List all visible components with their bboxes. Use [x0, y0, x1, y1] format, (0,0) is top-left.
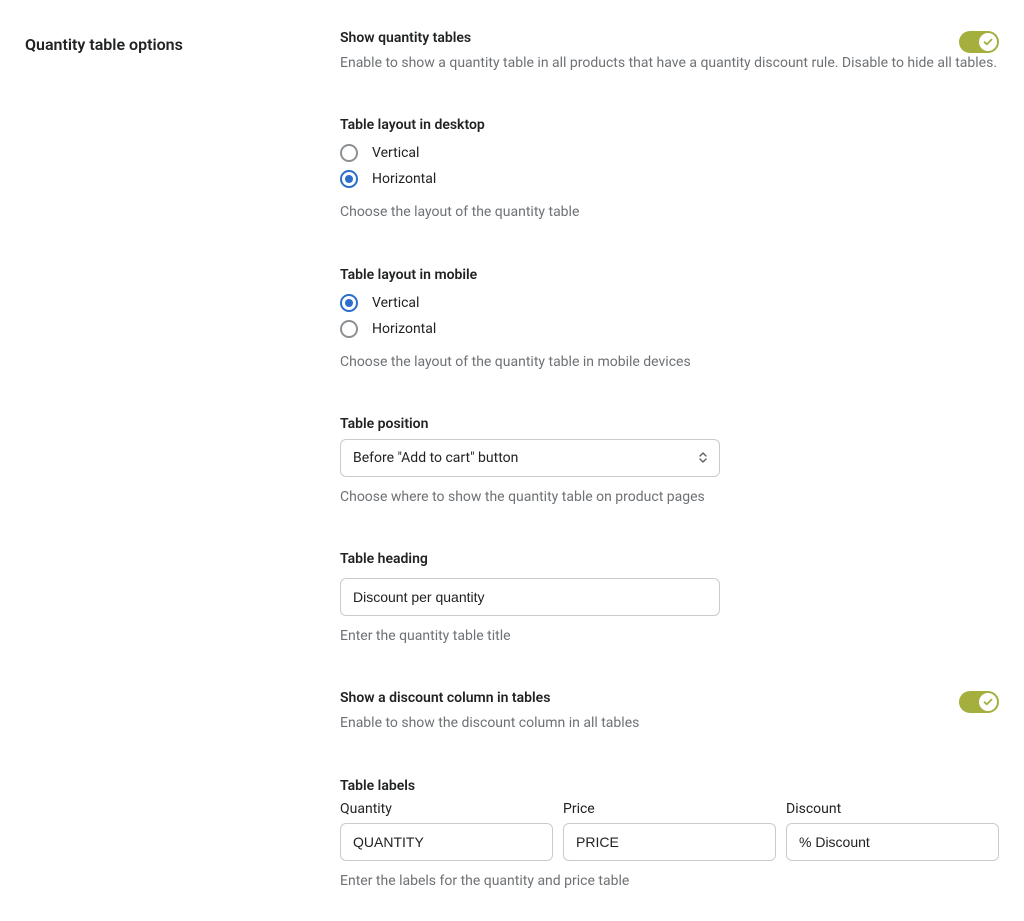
show-tables-toggle[interactable]	[959, 31, 999, 53]
label-col-discount: Discount	[786, 801, 999, 861]
section-labels: Table labels Quantity Price Discount Ent…	[340, 778, 999, 891]
position-select[interactable]: Before "Add to cart" button	[340, 439, 720, 477]
section-layout-desktop: Table layout in desktop Vertical Horizon…	[340, 117, 999, 222]
labels-title: Table labels	[340, 778, 999, 794]
radio-mobile-horizontal[interactable]: Horizontal	[340, 316, 436, 342]
radio-desktop-vertical[interactable]: Vertical	[340, 140, 419, 166]
select-arrows-icon	[699, 452, 707, 463]
page-title: Quantity table options	[25, 35, 340, 54]
layout-mobile-title: Table layout in mobile	[340, 267, 999, 283]
heading-input[interactable]	[340, 578, 720, 616]
price-sublabel: Price	[563, 801, 776, 817]
labels-desc: Enter the labels for the quantity and pr…	[340, 871, 999, 891]
discount-col-desc: Enable to show the discount column in al…	[340, 713, 999, 733]
radio-desktop-horizontal[interactable]: Horizontal	[340, 166, 436, 192]
discount-col-title: Show a discount column in tables	[340, 690, 550, 706]
radio-icon	[340, 170, 358, 188]
radio-mobile-vertical[interactable]: Vertical	[340, 290, 419, 316]
discount-sublabel: Discount	[786, 801, 999, 817]
show-tables-desc: Enable to show a quantity table in all p…	[340, 53, 999, 73]
section-position: Table position Before "Add to cart" butt…	[340, 416, 999, 507]
radio-icon	[340, 144, 358, 162]
quantity-label-input[interactable]	[340, 823, 553, 861]
price-label-input[interactable]	[563, 823, 776, 861]
quantity-sublabel: Quantity	[340, 801, 553, 817]
check-icon	[983, 37, 993, 47]
radio-label: Vertical	[372, 295, 419, 311]
section-layout-mobile: Table layout in mobile Vertical Horizont…	[340, 267, 999, 372]
discount-col-toggle[interactable]	[959, 691, 999, 713]
label-col-quantity: Quantity	[340, 801, 553, 861]
radio-icon	[340, 294, 358, 312]
heading-title: Table heading	[340, 551, 999, 567]
label-col-price: Price	[563, 801, 776, 861]
position-value: Before "Add to cart" button	[353, 450, 518, 466]
position-desc: Choose where to show the quantity table …	[340, 487, 999, 507]
radio-label: Horizontal	[372, 321, 436, 337]
section-discount-col: Show a discount column in tables Enable …	[340, 690, 999, 733]
section-heading: Table heading Enter the quantity table t…	[340, 551, 999, 646]
show-tables-title: Show quantity tables	[340, 30, 471, 46]
layout-desktop-title: Table layout in desktop	[340, 117, 999, 133]
section-show-tables: Show quantity tables Enable to show a qu…	[340, 30, 999, 73]
radio-icon	[340, 320, 358, 338]
radio-label: Vertical	[372, 145, 419, 161]
discount-label-input[interactable]	[786, 823, 999, 861]
layout-desktop-desc: Choose the layout of the quantity table	[340, 202, 999, 222]
radio-label: Horizontal	[372, 171, 436, 187]
layout-mobile-desc: Choose the layout of the quantity table …	[340, 352, 999, 372]
check-icon	[983, 697, 993, 707]
heading-desc: Enter the quantity table title	[340, 626, 999, 646]
position-title: Table position	[340, 416, 999, 432]
